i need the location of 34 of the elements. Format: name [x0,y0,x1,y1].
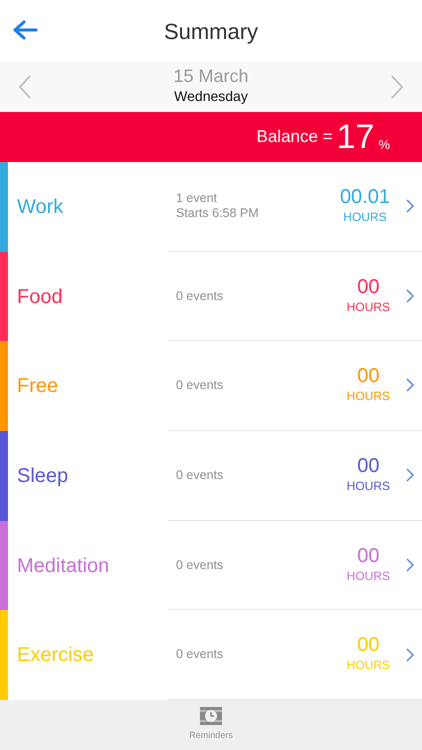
event-info: 0 events [176,468,224,483]
event-info: 1 event [176,191,218,206]
hours-unit: HOURS [346,568,390,585]
clock-icon [200,707,222,726]
percent-unit: % [378,136,390,154]
event-info: 0 events [176,378,224,394]
category-name: Sleep [17,464,68,489]
category-name: Food [17,284,63,310]
balance-label: Balance = [256,126,333,148]
event-info: 0 events [176,558,224,573]
category-name: Exercise [17,643,94,668]
hours-value: 00 [357,546,380,567]
reminders-tab[interactable]: Reminders [189,707,233,743]
hours-value: 00 [357,276,380,298]
category-name: Free [17,374,58,400]
event-info: 0 events [176,288,224,304]
hours-value: 00 [357,456,380,477]
screen-title: Summary [164,18,258,46]
hours-unit: HOURS [343,208,387,226]
back-button[interactable] [12,18,38,42]
date-text: 15 March [173,66,249,86]
weekday-text: Wednesday [174,87,248,106]
hours-value: 00 [357,366,380,388]
balance-value: 17 [336,120,374,154]
event-info: Starts 6:58 PM [176,206,260,222]
hours-unit: HOURS [346,388,390,406]
category-name: Meditation [17,554,110,579]
hours-unit: HOURS [346,478,390,495]
hours-unit: HOURS [346,298,390,316]
hours-unit: HOURS [346,657,390,674]
event-info: 0 events [176,647,224,662]
hours-value: 00 [357,635,380,656]
category-name: Work [17,194,64,220]
hours-value: 00.01 [340,186,390,208]
